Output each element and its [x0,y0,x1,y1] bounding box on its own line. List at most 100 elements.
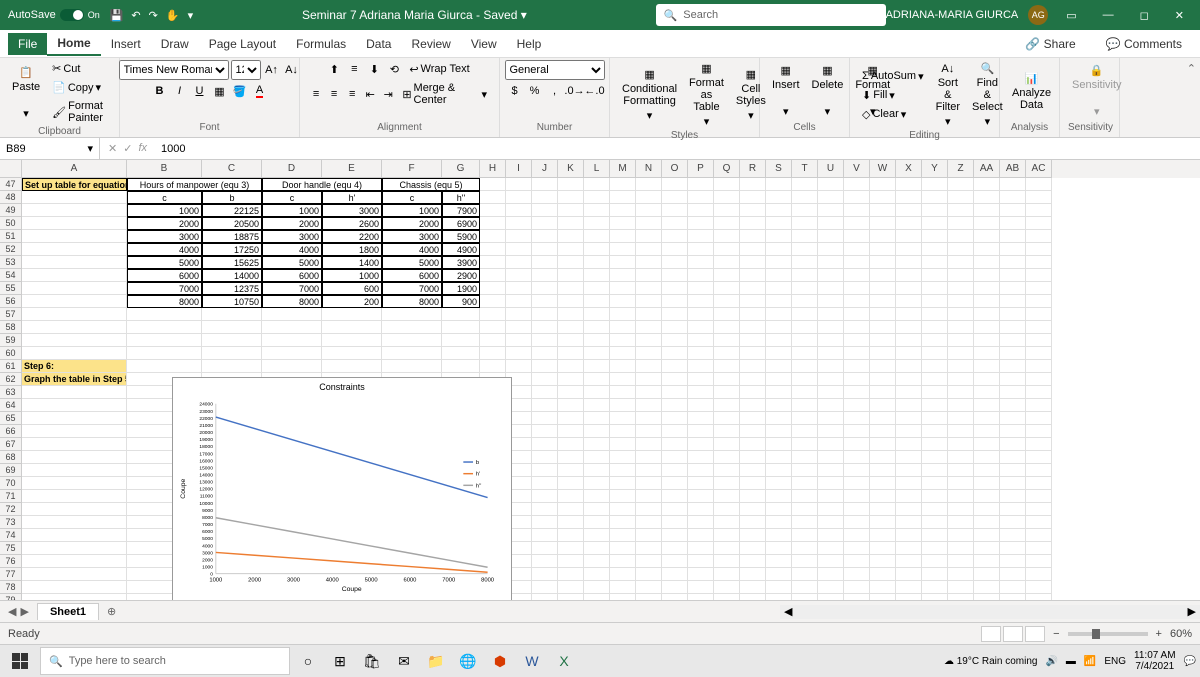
name-box[interactable]: B89▾ [0,138,100,159]
cell-U50[interactable] [818,217,844,230]
cell-R71[interactable] [740,490,766,503]
cell-AC50[interactable] [1026,217,1052,230]
autosave-toggle[interactable]: AutoSave On [8,9,100,21]
cell-W54[interactable] [870,269,896,282]
cell-AC48[interactable] [1026,191,1052,204]
cell-J55[interactable] [532,282,558,295]
cell-F60[interactable] [382,347,442,360]
cell-E57[interactable] [322,308,382,321]
cell-K55[interactable] [558,282,584,295]
cell-S60[interactable] [766,347,792,360]
cell-Z69[interactable] [948,464,974,477]
col-header-K[interactable]: K [558,160,584,178]
horizontal-scrollbar[interactable]: ◀▶ [780,605,1200,619]
cell-A52[interactable] [22,243,127,256]
cell-P55[interactable] [688,282,714,295]
cell-A78[interactable] [22,581,127,594]
cell-Q78[interactable] [714,581,740,594]
cell-A76[interactable] [22,555,127,568]
cortana-icon[interactable]: ○ [294,647,322,675]
cell-J59[interactable] [532,334,558,347]
cell-AC75[interactable] [1026,542,1052,555]
word-icon[interactable]: W [518,647,546,675]
cell-AC60[interactable] [1026,347,1052,360]
cell-AA71[interactable] [974,490,1000,503]
cell-D59[interactable] [262,334,322,347]
cell-L50[interactable] [584,217,610,230]
cell-W72[interactable] [870,503,896,516]
cell-K63[interactable] [558,386,584,399]
cell-AC65[interactable] [1026,412,1052,425]
close-icon[interactable]: ✕ [1167,9,1192,22]
cell-K59[interactable] [558,334,584,347]
cell-A53[interactable] [22,256,127,269]
cell-O60[interactable] [662,347,688,360]
cell-AC63[interactable] [1026,386,1052,399]
cell-J79[interactable] [532,594,558,600]
cell-B51[interactable]: 3000 [127,230,202,243]
cell-AA67[interactable] [974,438,1000,451]
row-header-77[interactable]: 77 [0,568,22,581]
cell-P57[interactable] [688,308,714,321]
cell-O78[interactable] [662,581,688,594]
cell-J76[interactable] [532,555,558,568]
cell-R61[interactable] [740,360,766,373]
cell-X73[interactable] [896,516,922,529]
cell-O68[interactable] [662,451,688,464]
cell-K51[interactable] [558,230,584,243]
cell-AA76[interactable] [974,555,1000,568]
cell-Q62[interactable] [714,373,740,386]
cell-A55[interactable] [22,282,127,295]
cell-A60[interactable] [22,347,127,360]
cell-K53[interactable] [558,256,584,269]
cell-AC79[interactable] [1026,594,1052,600]
autosum-button[interactable]: Σ AutoSum ▾ [858,68,928,85]
cell-E56[interactable]: 200 [322,295,382,308]
cell-V54[interactable] [844,269,870,282]
cell-L51[interactable] [584,230,610,243]
cell-T76[interactable] [792,555,818,568]
cell-Q73[interactable] [714,516,740,529]
cell-O79[interactable] [662,594,688,600]
cell-A79[interactable] [22,594,127,600]
cell-AC49[interactable] [1026,204,1052,217]
cell-O52[interactable] [662,243,688,256]
cell-Q68[interactable] [714,451,740,464]
cell-AB73[interactable] [1000,516,1026,529]
cell-N79[interactable] [636,594,662,600]
cell-O56[interactable] [662,295,688,308]
cell-AB74[interactable] [1000,529,1026,542]
cell-Y69[interactable] [922,464,948,477]
constraints-chart[interactable]: Constraints01000200030004000500060007000… [172,377,512,600]
row-header-58[interactable]: 58 [0,321,22,334]
cell-A75[interactable] [22,542,127,555]
add-sheet-button[interactable]: ⊕ [99,605,124,618]
cell-B50[interactable]: 2000 [127,217,202,230]
cell-J49[interactable] [532,204,558,217]
cell-S55[interactable] [766,282,792,295]
cell-C52[interactable]: 17250 [202,243,262,256]
search-box[interactable]: 🔍 Search [656,4,886,26]
cell-R48[interactable] [740,191,766,204]
cell-AB59[interactable] [1000,334,1026,347]
cell-S63[interactable] [766,386,792,399]
cell-T58[interactable] [792,321,818,334]
cell-M61[interactable] [610,360,636,373]
cell-D49[interactable]: 1000 [262,204,322,217]
cell-U74[interactable] [818,529,844,542]
cell-N63[interactable] [636,386,662,399]
cell-D48[interactable]: c [262,191,322,204]
cell-H47[interactable] [480,178,506,191]
cell-C55[interactable]: 12375 [202,282,262,295]
cell-P77[interactable] [688,568,714,581]
col-header-G[interactable]: G [442,160,480,178]
cell-M68[interactable] [610,451,636,464]
col-header-F[interactable]: F [382,160,442,178]
cell-L65[interactable] [584,412,610,425]
cell-T79[interactable] [792,594,818,600]
cell-AA49[interactable] [974,204,1000,217]
col-header-AA[interactable]: AA [974,160,1000,178]
cell-A62[interactable]: Graph the table in Step 5 [22,373,127,386]
cell-P78[interactable] [688,581,714,594]
cell-AC72[interactable] [1026,503,1052,516]
